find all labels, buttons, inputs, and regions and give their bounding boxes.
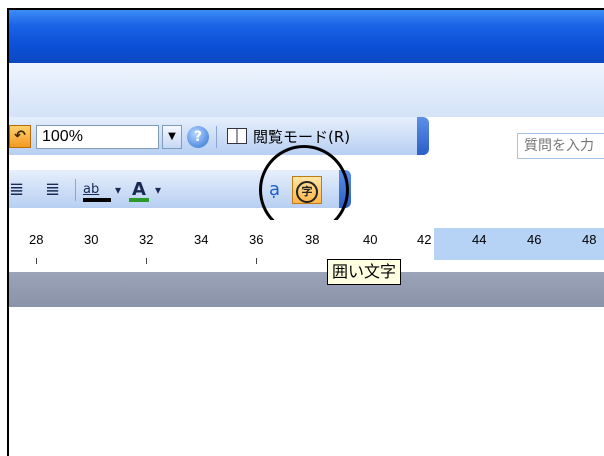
book-icon (227, 128, 247, 144)
font-color-swatch (129, 198, 149, 202)
ruler-tick-label: 48 (582, 232, 597, 247)
ruler-tick-label: 42 (417, 232, 432, 247)
enclose-characters-tooltip: 囲い文字 (327, 259, 402, 285)
ruler-tick-label: 38 (305, 232, 320, 247)
ruler-tick-label: 30 (84, 232, 99, 247)
title-bar (9, 10, 604, 63)
undo-button[interactable]: ↶ (9, 125, 31, 148)
zoom-input[interactable]: 100% (36, 125, 159, 149)
horizontal-ruler: 28 30 32 34 36 38 40 42 44 46 48 (9, 220, 604, 272)
ruler-tick-label: 36 (249, 232, 264, 247)
ruler-tick-label: 32 (139, 232, 154, 247)
ruler-tick-label: 28 (29, 232, 44, 247)
word-window: 質問を入力 ↶ 100% ▼ ? 閲覧モード(R) ≣ ≣ ab ▾ A ▾ ạ… (7, 8, 604, 456)
font-color-dropdown-icon[interactable]: ▾ (155, 177, 161, 203)
ruler-margin-area (434, 228, 604, 260)
ruler-gray-margin (9, 272, 604, 307)
highlight-color-swatch (83, 198, 111, 202)
highlight-dropdown-icon[interactable]: ▾ (115, 177, 121, 203)
ruler-tick (146, 258, 147, 264)
highlight-label: ab (83, 182, 100, 197)
standard-toolbar: ↶ 100% ▼ ? 閲覧モード(R) (9, 117, 429, 155)
zoom-dropdown-button[interactable]: ▼ (162, 125, 182, 149)
help-search-input[interactable]: 質問を入力 (517, 133, 604, 159)
ruler-tick (36, 258, 37, 264)
ruler-tick-label: 34 (194, 232, 209, 247)
decrease-indent-icon[interactable]: ≣ (9, 177, 24, 203)
menu-bar: 質問を入力 (9, 63, 604, 159)
toolbar-separator (75, 179, 76, 201)
reading-mode-button[interactable]: 閲覧モード(R) (227, 125, 350, 149)
ruler-tick (256, 258, 257, 264)
increase-indent-icon[interactable]: ≣ (45, 177, 60, 203)
document-area[interactable] (9, 307, 604, 456)
ruler-tick-label: 44 (472, 232, 487, 247)
reading-mode-label: 閲覧モード(R) (253, 128, 351, 146)
toolbar-options-grip[interactable] (417, 117, 429, 155)
font-color-label: A (132, 179, 146, 200)
toolbar-separator (216, 126, 217, 148)
font-color-icon[interactable]: A (129, 177, 149, 203)
help-icon[interactable]: ? (187, 126, 209, 148)
highlight-icon[interactable]: ab (83, 177, 111, 203)
ruler-tick-label: 40 (363, 232, 378, 247)
ruler-tick-label: 46 (527, 232, 542, 247)
